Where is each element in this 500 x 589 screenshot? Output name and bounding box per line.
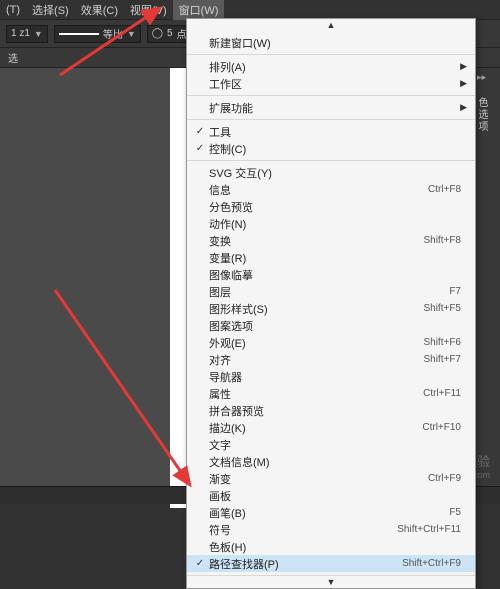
scroll-up-icon[interactable]: ▲ <box>187 19 475 31</box>
menu-item-label: 图案选项 <box>209 318 461 334</box>
menu-item[interactable]: 符号Shift+Ctrl+F11 <box>187 521 475 538</box>
shape-sides-value: 5 <box>167 28 173 39</box>
menu-item-label: 文字 <box>209 437 461 453</box>
menu-bar: (T) 选择(S) 效果(C) 视图(V) 窗口(W) <box>0 0 500 20</box>
menu-item[interactable]: 分色预览 <box>187 198 475 215</box>
menu-item[interactable]: 渐变Ctrl+F9 <box>187 470 475 487</box>
menu-item[interactable]: 画板 <box>187 487 475 504</box>
menu-item[interactable]: 动作(N) <box>187 215 475 232</box>
chevron-down-icon: ▼ <box>34 29 43 39</box>
menu-item-label: 工具 <box>209 124 455 140</box>
menu-window[interactable]: 窗口(W) <box>173 0 225 20</box>
menu-item[interactable]: SVG 交互(Y) <box>187 164 475 181</box>
menu-item-label: 路径查找器(P) <box>209 556 402 572</box>
menu-t[interactable]: (T) <box>0 2 26 18</box>
menu-item-label: 变量(R) <box>209 250 461 266</box>
menu-item-label: 文档信息(M) <box>209 454 461 470</box>
menu-item-label: 外观(E) <box>209 335 423 351</box>
submenu-arrow-icon: ▶ <box>455 61 467 72</box>
menu-item-label: 对齐 <box>209 352 423 368</box>
menu-item-label: 符号 <box>209 522 397 538</box>
menu-item-label: 扩展功能 <box>209 100 455 116</box>
menu-item-label: 变换 <box>209 233 423 249</box>
swatch-panel-tab[interactable]: 色选项 <box>474 97 489 133</box>
menu-item[interactable]: 描边(K)Ctrl+F10 <box>187 419 475 436</box>
menu-item[interactable]: 属性Ctrl+F11 <box>187 385 475 402</box>
menu-item-label: 导航器 <box>209 369 461 385</box>
menu-view[interactable]: 视图(V) <box>124 0 173 20</box>
menu-item[interactable]: 文字 <box>187 436 475 453</box>
menu-item[interactable]: 变量(R) <box>187 249 475 266</box>
menu-item-shortcut: Ctrl+F9 <box>428 473 467 484</box>
menu-item-shortcut: Shift+F7 <box>423 354 467 365</box>
menu-item-label: 图形样式(S) <box>209 301 423 317</box>
menu-item-label: 画笔(B) <box>209 505 449 521</box>
menu-item-label: 控制(C) <box>209 141 455 157</box>
stroke-profile-select[interactable]: 等比 ▼ <box>54 25 141 43</box>
menu-item-shortcut: Shift+F6 <box>423 337 467 348</box>
menu-item[interactable]: 图形样式(S)Shift+F5 <box>187 300 475 317</box>
menu-item-label: 拼合器预览 <box>209 403 461 419</box>
menu-item-shortcut: Shift+Ctrl+F11 <box>397 524 467 535</box>
submenu-arrow-icon: ▶ <box>455 102 467 113</box>
menu-item[interactable]: 图像临摹 <box>187 266 475 283</box>
menu-item[interactable]: 色板(H) <box>187 538 475 555</box>
menu-item-label: 图像临摹 <box>209 267 461 283</box>
menu-item-label: 画板 <box>209 488 461 504</box>
menu-item[interactable]: 画笔(B)F5 <box>187 504 475 521</box>
menu-new-window[interactable]: 新建窗口(W) <box>187 34 475 51</box>
menu-item[interactable]: 导航器 <box>187 368 475 385</box>
check-icon: ✓ <box>191 126 209 137</box>
menu-item-label: 渐变 <box>209 471 428 487</box>
menu-item[interactable]: 外观(E)Shift+F6 <box>187 334 475 351</box>
menu-item-label: 动作(N) <box>209 216 461 232</box>
menu-control[interactable]: ✓ 控制(C) <box>187 140 475 157</box>
menu-item-label: 信息 <box>209 182 428 198</box>
menu-item-shortcut: Shift+F5 <box>423 303 467 314</box>
menu-item-label: SVG 交互(Y) <box>209 165 461 181</box>
menu-item[interactable]: 图案选项 <box>187 317 475 334</box>
check-icon: ✓ <box>191 558 209 569</box>
menu-item-shortcut: Ctrl+F8 <box>428 184 467 195</box>
menu-item-shortcut: Ctrl+F11 <box>423 388 467 399</box>
menu-item-label: 描边(K) <box>209 420 422 436</box>
menu-item-shortcut: Ctrl+F10 <box>422 422 467 433</box>
tab-fragment[interactable]: 选 <box>8 50 18 65</box>
menu-select[interactable]: 选择(S) <box>26 0 75 20</box>
menu-item[interactable]: ✓路径查找器(P)Shift+Ctrl+F9 <box>187 555 475 572</box>
brush-preset-value: 1 z1 <box>11 28 30 39</box>
menu-item-label: 属性 <box>209 386 423 402</box>
menu-item-label: 分色预览 <box>209 199 461 215</box>
menu-item-label: 图层 <box>209 284 449 300</box>
menu-item-label: 工作区 <box>209 76 455 92</box>
window-menu-dropdown: ▲ 新建窗口(W) 排列(A) ▶ 工作区 ▶ 扩展功能 ▶ ✓ 工具 <box>186 18 476 589</box>
menu-item-label: 排列(A) <box>209 59 455 75</box>
menu-item-label: 新建窗口(W) <box>209 35 455 51</box>
check-icon: ✓ <box>191 143 209 154</box>
menu-item[interactable]: 拼合器预览 <box>187 402 475 419</box>
scroll-down-icon[interactable]: ▼ <box>187 576 475 588</box>
menu-item-shortcut: Shift+F8 <box>423 235 467 246</box>
menu-item-shortcut: F7 <box>449 286 467 297</box>
menu-extensions[interactable]: 扩展功能 ▶ <box>187 99 475 116</box>
menu-workspace[interactable]: 工作区 ▶ <box>187 75 475 92</box>
menu-item-shortcut: F5 <box>449 507 467 518</box>
menu-item-label: 色板(H) <box>209 539 461 555</box>
menu-item-shortcut: Shift+Ctrl+F9 <box>402 558 467 569</box>
scale-label: 等比 <box>103 26 123 41</box>
menu-arrange[interactable]: 排列(A) ▶ <box>187 58 475 75</box>
menu-item[interactable]: 变换Shift+F8 <box>187 232 475 249</box>
brush-preset-select[interactable]: 1 z1 ▼ <box>6 25 48 43</box>
menu-item[interactable]: 图层F7 <box>187 283 475 300</box>
polygon-icon: ◯ <box>152 28 163 39</box>
menu-effect[interactable]: 效果(C) <box>75 0 124 20</box>
menu-item[interactable]: 信息Ctrl+F8 <box>187 181 475 198</box>
menu-item[interactable]: 文档信息(M) <box>187 453 475 470</box>
menu-item[interactable]: 对齐Shift+F7 <box>187 351 475 368</box>
submenu-arrow-icon: ▶ <box>455 78 467 89</box>
chevron-down-icon: ▼ <box>127 29 136 39</box>
menu-tools[interactable]: ✓ 工具 <box>187 123 475 140</box>
line-thumb-icon <box>59 33 99 35</box>
